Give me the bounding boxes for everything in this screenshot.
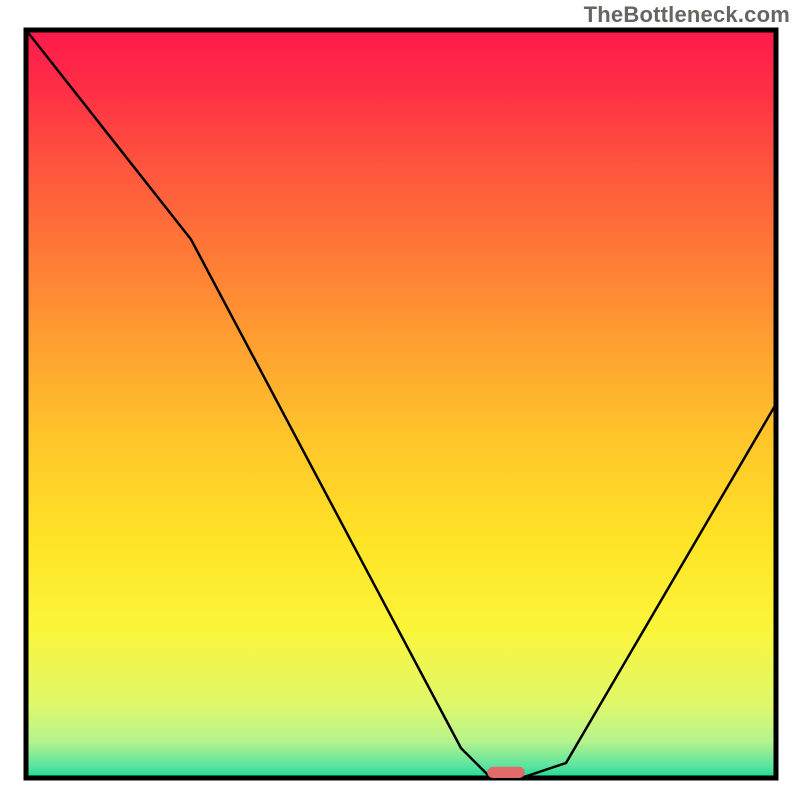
optimal-marker	[487, 767, 525, 778]
watermark-text: TheBottleneck.com	[584, 2, 790, 28]
bottleneck-chart	[0, 0, 800, 800]
plot-background	[26, 30, 776, 778]
chart-container: TheBottleneck.com	[0, 0, 800, 800]
